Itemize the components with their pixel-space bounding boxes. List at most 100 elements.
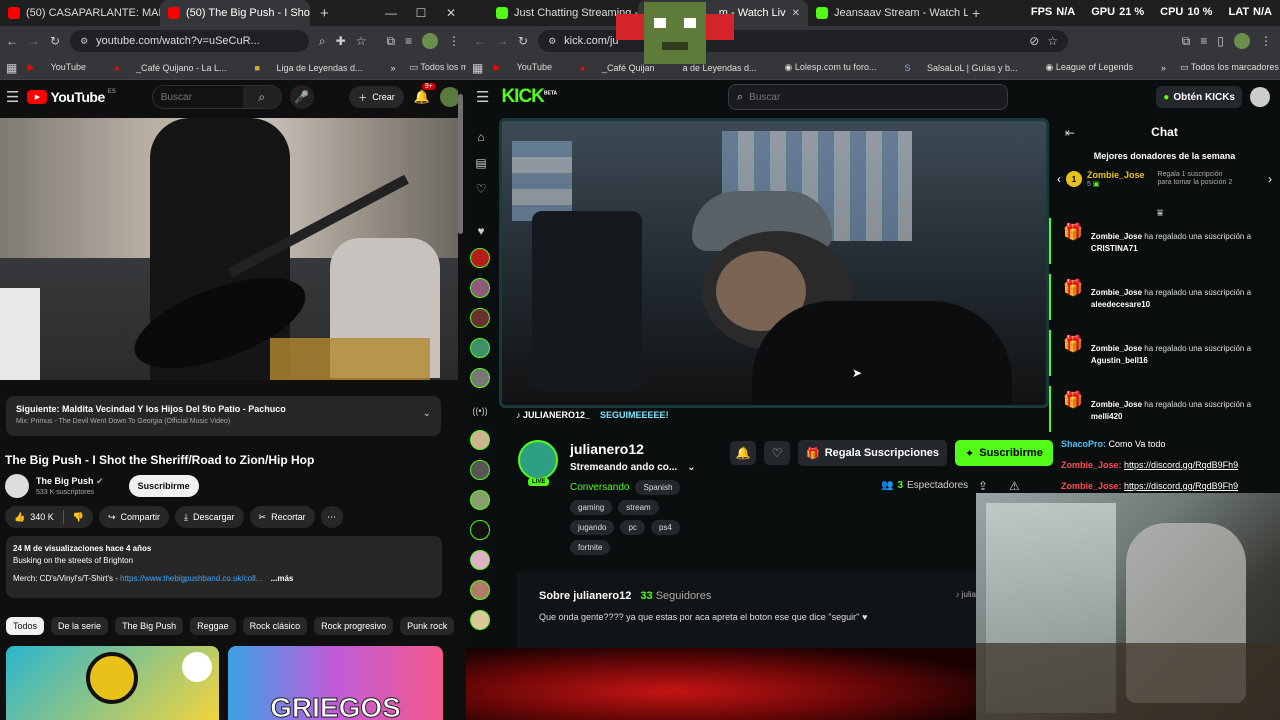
description-box[interactable]: 24 M de visualizaciones hace 4 años Busk… <box>6 536 442 598</box>
chip-rock-progresivo[interactable]: Rock progresivo <box>314 617 394 635</box>
extension-icon[interactable]: ✚ <box>336 34 346 48</box>
eye-off-icon[interactable]: ⊘ <box>1029 34 1039 48</box>
menu-dots-icon[interactable]: ⋮ <box>1260 34 1272 48</box>
back-icon[interactable]: ← <box>474 34 486 48</box>
thumbs-down-icon[interactable]: 👎 <box>73 512 84 523</box>
kick-logo[interactable]: KICKBETA <box>501 86 557 108</box>
discord-link[interactable]: https://discord.gg/RqdB9Fh9 <box>1124 460 1238 470</box>
reload-icon[interactable]: ↻ <box>518 34 528 48</box>
sidebar-channel-8[interactable] <box>470 490 490 510</box>
user-avatar[interactable] <box>1250 87 1270 107</box>
close-tab-icon[interactable]: ✕ <box>792 8 800 19</box>
like-button[interactable]: 👍 340 K 👎 <box>5 506 93 528</box>
report-warning-icon[interactable]: ⚠ <box>1009 479 1020 493</box>
bookmark-all-folders[interactable]: ▭ Todos los marcadores <box>1180 62 1280 73</box>
back-icon[interactable]: ← <box>6 34 18 48</box>
tag-pc[interactable]: pc <box>620 520 645 535</box>
forward-icon[interactable]: → <box>28 34 40 48</box>
collapse-chat-icon[interactable]: ⇤ <box>1065 126 1075 140</box>
chevron-right-icon[interactable]: › <box>1268 172 1272 186</box>
sidebar-channel-6[interactable] <box>470 430 490 450</box>
chevron-icon[interactable]: » <box>1161 63 1166 73</box>
clip-button[interactable]: ✂ Recortar <box>249 506 315 528</box>
yt-scrollbar[interactable] <box>458 88 466 720</box>
media-icon[interactable]: ≡ <box>405 34 412 48</box>
new-tab-icon[interactable]: + <box>972 5 980 21</box>
discord-link[interactable]: https://discord.gg/RqdB9Fh9 <box>1124 481 1238 491</box>
recommended-thumbnail-1[interactable] <box>6 646 219 720</box>
streamer-name[interactable]: julianero12 <box>570 441 644 457</box>
forward-icon[interactable]: → <box>496 34 508 48</box>
unfollow-heart-icon[interactable]: ♡ <box>764 441 790 465</box>
channel-avatar[interactable] <box>5 474 29 498</box>
browser-tab-bigpush[interactable]: (50) The Big Push - I Shot ◀) ✕ <box>160 0 310 26</box>
chip-punk-rock[interactable]: Punk rock <box>400 617 455 635</box>
chevron-icon[interactable]: » <box>391 63 396 73</box>
sidebar-channel-1[interactable] <box>470 248 490 268</box>
chevron-down-icon[interactable]: ⌄ <box>423 408 431 419</box>
sidebar-channel-9[interactable] <box>470 520 490 540</box>
video-player[interactable] <box>0 118 458 380</box>
yt-search-box[interactable]: ⌕ <box>151 85 282 109</box>
menu-dots-icon[interactable]: ⋮ <box>448 34 460 48</box>
bookmark-salsalol[interactable]: S SalsaLoL | Guías y b... <box>904 63 1031 73</box>
sidebar-channel-4[interactable] <box>470 338 490 358</box>
chevron-left-icon[interactable]: ‹ <box>1057 172 1061 186</box>
profile-avatar[interactable] <box>1234 33 1250 49</box>
star-icon[interactable]: ☆ <box>356 34 367 48</box>
apps-grid-icon[interactable]: ▦ <box>472 61 483 75</box>
subscribe-kick-button[interactable]: ✦ Suscribirme <box>955 440 1053 466</box>
microphone-icon[interactable]: 🎤 <box>289 85 314 109</box>
reload-icon[interactable]: ↻ <box>50 34 60 48</box>
home-icon[interactable]: ⌂ <box>466 126 496 148</box>
site-info-icon[interactable]: ⚙ <box>80 36 88 47</box>
sidebar-channel-10[interactable] <box>470 550 490 570</box>
create-button[interactable]: ＋ Crear <box>349 86 404 108</box>
download-button[interactable]: ⤓ Descargar <box>175 506 244 528</box>
kick-search-box[interactable]: ⌕ <box>728 84 1008 110</box>
apps-grid-icon[interactable]: ▦ <box>6 61 17 75</box>
streamer-avatar[interactable]: LIVE <box>518 440 558 486</box>
kick-search-input[interactable] <box>749 91 990 103</box>
profile-avatar[interactable] <box>422 33 438 49</box>
chip-the-big-push[interactable]: The Big Push <box>115 617 184 635</box>
show-more-link[interactable]: ...más <box>271 574 294 583</box>
sidebar-channel-3[interactable] <box>470 308 490 328</box>
bookmark-liga-leyendas[interactable]: ■ Liga de Leyendas d... <box>255 63 377 73</box>
sidebar-channel-12[interactable] <box>470 610 490 630</box>
share-icon[interactable]: ⇪ <box>978 479 988 493</box>
chip-de-la-serie[interactable]: De la serie <box>51 617 109 635</box>
chip-rock-clasico[interactable]: Rock clásico <box>242 617 308 635</box>
channel-name[interactable]: The Big Push ✔ <box>36 476 104 487</box>
site-info-icon[interactable]: ⚙ <box>548 36 556 47</box>
subscribe-button[interactable]: Suscribirme <box>128 475 199 497</box>
browser-tab-casaparlante[interactable]: (50) CASAPARLANTE: MALA F <box>0 0 160 26</box>
get-kicks-button[interactable]: ● Obtén KICKs <box>1156 86 1242 108</box>
chip-reggae[interactable]: Reggae <box>190 617 236 635</box>
sidebar-channel-2[interactable] <box>470 278 490 298</box>
bookmark-youtube[interactable]: ▶ YouTube <box>27 62 100 73</box>
bookmark-youtube[interactable]: ▶ YouTube <box>493 62 566 73</box>
share-button[interactable]: ↪ Compartir <box>98 506 170 528</box>
bookmark-all-folders[interactable]: ▭ Todos los marcadores <box>410 62 466 73</box>
bookmark-league[interactable]: ◉ League of Legends <box>1046 62 1147 73</box>
media-icon[interactable]: ≡ <box>1200 34 1207 48</box>
sidepanel-icon[interactable]: ▯ <box>1217 34 1224 48</box>
user-avatar[interactable] <box>440 87 460 107</box>
minimize-icon[interactable]: — <box>376 6 406 20</box>
top-donor-name[interactable]: Zombie_Jose <box>1087 170 1145 180</box>
browse-icon[interactable]: ▤ <box>466 152 496 174</box>
tag-gaming[interactable]: gaming <box>570 500 613 515</box>
category-link[interactable]: Conversando <box>570 482 629 493</box>
heart-icon[interactable]: ♥ <box>466 220 496 242</box>
sidebar-channel-7[interactable] <box>470 460 490 480</box>
gift-subs-button[interactable]: 🎁 Regala Suscripciones <box>798 440 948 466</box>
star-icon[interactable]: ☆ <box>1047 34 1058 48</box>
youtube-logo[interactable]: ▶ YouTube ES <box>27 89 116 105</box>
puzzle-icon[interactable]: ⧉ <box>386 34 395 49</box>
tag-stream[interactable]: stream <box>618 500 659 515</box>
tag-ps4[interactable]: ps4 <box>650 520 680 535</box>
hamburger-menu-icon[interactable]: ☰ <box>6 88 19 106</box>
notifications-button[interactable]: 🔔 9+ <box>414 83 436 106</box>
new-tab-icon[interactable]: + <box>320 5 329 22</box>
